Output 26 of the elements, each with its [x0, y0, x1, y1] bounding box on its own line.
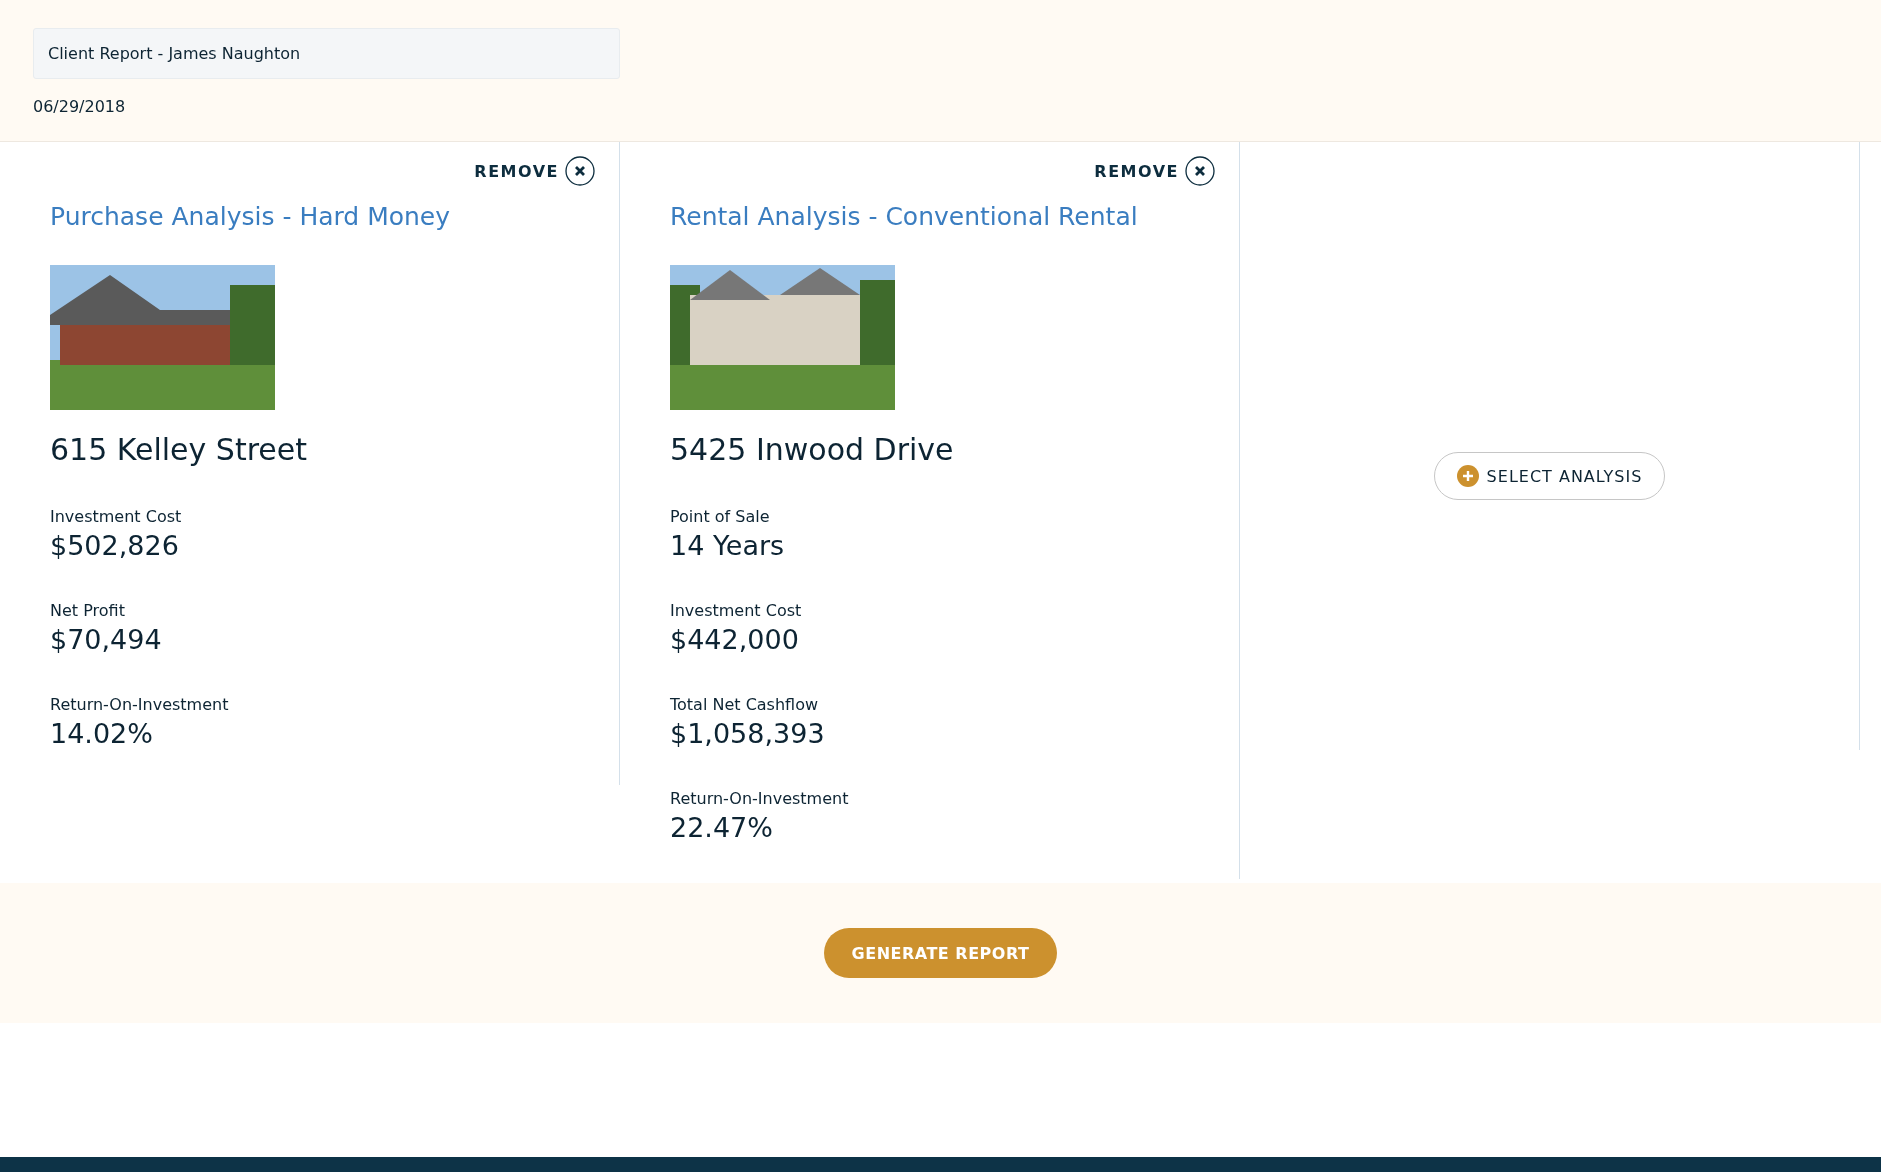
- metric-value: 14 Years: [670, 530, 786, 561]
- metric-value: $442,000: [670, 624, 800, 655]
- metric-value: $502,826: [50, 530, 180, 561]
- close-icon: [1185, 156, 1215, 186]
- report-title-field[interactable]: Client Report - James Naughton: [33, 28, 620, 79]
- report-date: 06/29/2018: [33, 97, 127, 116]
- metric-value: $70,494: [50, 624, 163, 655]
- metric-label: Net Profit: [50, 601, 126, 620]
- close-icon: [565, 156, 595, 186]
- remove-button[interactable]: REMOVE: [1094, 156, 1215, 186]
- remove-button[interactable]: REMOVE: [474, 156, 595, 186]
- select-analysis-button[interactable]: SELECT ANALYSIS: [1433, 452, 1666, 500]
- plus-icon: [1456, 465, 1479, 487]
- analysis-title: Purchase Analysis - Hard Money: [50, 202, 452, 231]
- metric-label: Total Net Cashflow: [670, 695, 820, 714]
- metric-value: 22.47%: [670, 812, 774, 843]
- analysis-title: Rental Analysis - Conventional Rental: [670, 202, 1139, 231]
- property-address: 615 Kelley Street: [50, 432, 308, 467]
- metric-label: Point of Sale: [670, 507, 771, 526]
- metric-label: Investment Cost: [670, 601, 803, 620]
- metric-value: $1,058,393: [670, 718, 826, 749]
- metric-label: Return-On-Investment: [670, 789, 850, 808]
- metric-value: 14.02%: [50, 718, 154, 749]
- metric-label: Investment Cost: [50, 507, 183, 526]
- metric-label: Return-On-Investment: [50, 695, 230, 714]
- property-address: 5425 Inwood Drive: [670, 432, 955, 467]
